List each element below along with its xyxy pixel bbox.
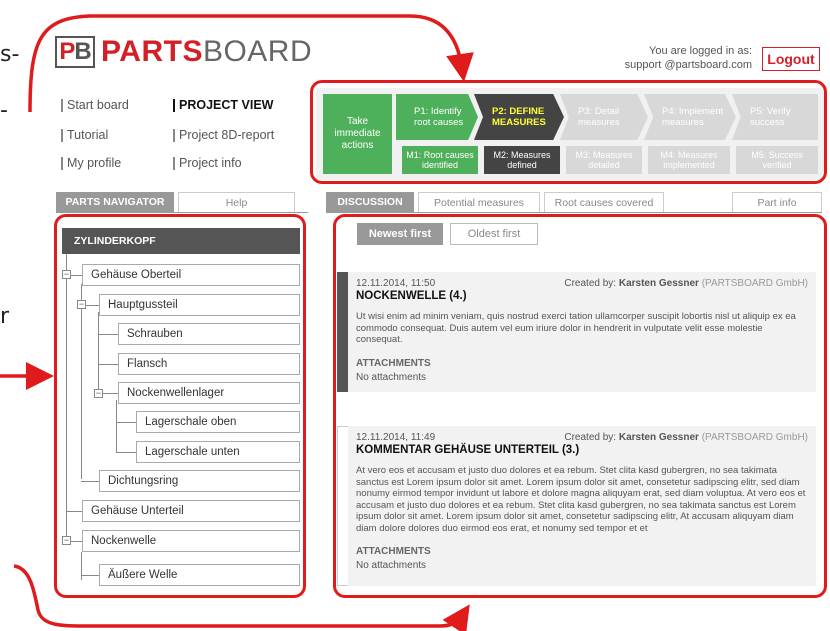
annotation-arrows (0, 14, 474, 631)
annotation-arrow-bottom (13, 564, 470, 631)
annotation-arrow-top (28, 14, 474, 113)
